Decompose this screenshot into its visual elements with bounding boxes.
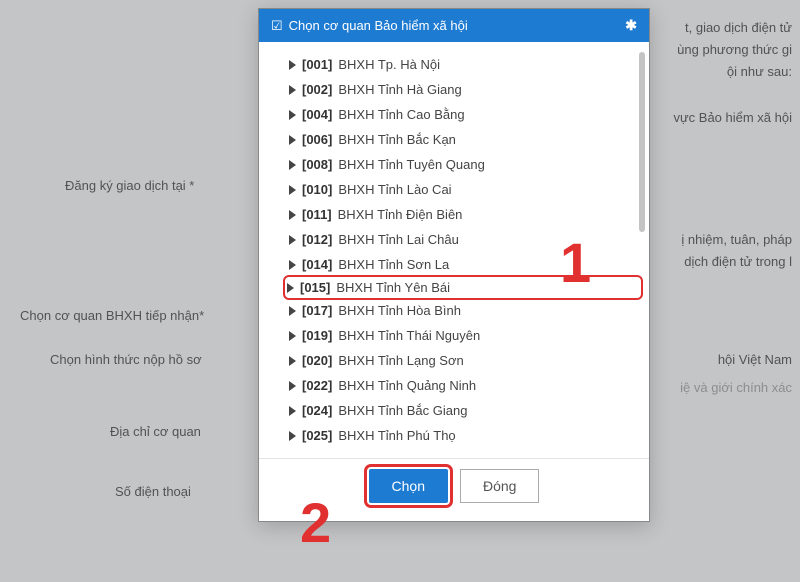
tree-item[interactable]: [002] BHXH Tỉnh Hà Giang (285, 77, 641, 102)
chevron-right-icon (289, 210, 296, 220)
close-button[interactable]: Đóng (460, 469, 539, 503)
chevron-right-icon (289, 356, 296, 366)
chevron-right-icon (287, 283, 294, 293)
tree-item[interactable]: [022] BHXH Tỉnh Quảng Ninh (285, 373, 641, 398)
tree-item[interactable]: [020] BHXH Tỉnh Lạng Sơn (285, 348, 641, 373)
scrollbar[interactable] (639, 52, 645, 272)
form-icon: ☑ (271, 18, 283, 34)
chevron-right-icon (289, 406, 296, 416)
item-code: [002] (302, 82, 332, 97)
item-code: [012] (302, 232, 332, 247)
modal-title: Chọn cơ quan Bảo hiểm xã hội (289, 18, 468, 33)
chevron-right-icon (289, 60, 296, 70)
tree-item-selected[interactable]: [015] BHXH Tỉnh Yên Bái (283, 275, 643, 300)
tree-item[interactable]: [001] BHXH Tp. Hà Nội (285, 52, 641, 77)
chevron-right-icon (289, 306, 296, 316)
item-code: [015] (300, 280, 330, 295)
item-label: BHXH Tỉnh Điện Biên (338, 207, 463, 222)
chevron-right-icon (289, 85, 296, 95)
item-label: BHXH Tỉnh Lai Châu (338, 232, 458, 247)
item-code: [011] (302, 207, 332, 222)
chevron-right-icon (289, 110, 296, 120)
item-label: BHXH Tỉnh Hà Giang (338, 82, 461, 97)
tree-item[interactable]: [024] BHXH Tỉnh Bắc Giang (285, 398, 641, 423)
chevron-right-icon (289, 381, 296, 391)
item-label: BHXH Tỉnh Yên Bái (336, 280, 450, 295)
tree-item[interactable]: [006] BHXH Tỉnh Bắc Kạn (285, 127, 641, 152)
chevron-right-icon (289, 135, 296, 145)
select-button[interactable]: Chọn (369, 469, 448, 503)
chevron-right-icon (289, 431, 296, 441)
item-code: [024] (302, 403, 332, 418)
tree-item[interactable]: [011] BHXH Tỉnh Điện Biên (285, 202, 641, 227)
item-label: BHXH Tỉnh Hòa Bình (338, 303, 461, 318)
tree-item[interactable]: [012] BHXH Tỉnh Lai Châu (285, 227, 641, 252)
item-label: BHXH Tỉnh Bắc Giang (338, 403, 467, 418)
chevron-right-icon (289, 260, 296, 270)
item-code: [019] (302, 328, 332, 343)
item-code: [014] (302, 257, 332, 272)
modal-header: ☑ Chọn cơ quan Bảo hiểm xã hội ✱ (259, 9, 649, 42)
item-label: BHXH Tỉnh Sơn La (338, 257, 449, 272)
close-icon[interactable]: ✱ (625, 17, 637, 34)
modal-footer: Chọn Đóng (259, 458, 649, 521)
item-label: BHXH Tỉnh Thái Nguyên (338, 328, 480, 343)
item-code: [008] (302, 157, 332, 172)
item-code: [020] (302, 353, 332, 368)
item-label: BHXH Tỉnh Quảng Ninh (338, 378, 476, 393)
item-code: [025] (302, 428, 332, 443)
item-label: BHXH Tp. Hà Nội (338, 57, 440, 72)
item-code: [010] (302, 182, 332, 197)
item-label: BHXH Tỉnh Lạng Sơn (338, 353, 463, 368)
item-label: BHXH Tỉnh Cao Bằng (338, 107, 464, 122)
item-label: BHXH Tỉnh Phú Thọ (338, 428, 455, 443)
tree-item[interactable]: [010] BHXH Tỉnh Lào Cai (285, 177, 641, 202)
item-label: BHXH Tỉnh Bắc Kạn (338, 132, 456, 147)
item-label: BHXH Tỉnh Tuyên Quang (338, 157, 484, 172)
modal-body: [001] BHXH Tp. Hà Nội [002] BHXH Tỉnh Hà G… (259, 42, 649, 458)
item-code: [001] (302, 57, 332, 72)
tree-item[interactable]: [004] BHXH Tỉnh Cao Bằng (285, 102, 641, 127)
item-code: [004] (302, 107, 332, 122)
chevron-right-icon (289, 185, 296, 195)
chevron-right-icon (289, 331, 296, 341)
tree-item[interactable]: [019] BHXH Tỉnh Thái Nguyên (285, 323, 641, 348)
item-code: [022] (302, 378, 332, 393)
tree-item[interactable]: [014] BHXH Tỉnh Sơn La (285, 252, 641, 277)
item-code: [006] (302, 132, 332, 147)
tree-item[interactable]: [025] BHXH Tỉnh Phú Thọ (285, 423, 641, 448)
scrollbar-thumb[interactable] (639, 52, 645, 232)
agency-selection-modal: ☑ Chọn cơ quan Bảo hiểm xã hội ✱ [001] BH… (258, 8, 650, 522)
tree-item[interactable]: [008] BHXH Tỉnh Tuyên Quang (285, 152, 641, 177)
agency-tree: [001] BHXH Tp. Hà Nội [002] BHXH Tỉnh Hà G… (285, 52, 641, 448)
item-code: [017] (302, 303, 332, 318)
chevron-right-icon (289, 160, 296, 170)
chevron-right-icon (289, 235, 296, 245)
tree-item[interactable]: [017] BHXH Tỉnh Hòa Bình (285, 298, 641, 323)
item-label: BHXH Tỉnh Lào Cai (338, 182, 451, 197)
